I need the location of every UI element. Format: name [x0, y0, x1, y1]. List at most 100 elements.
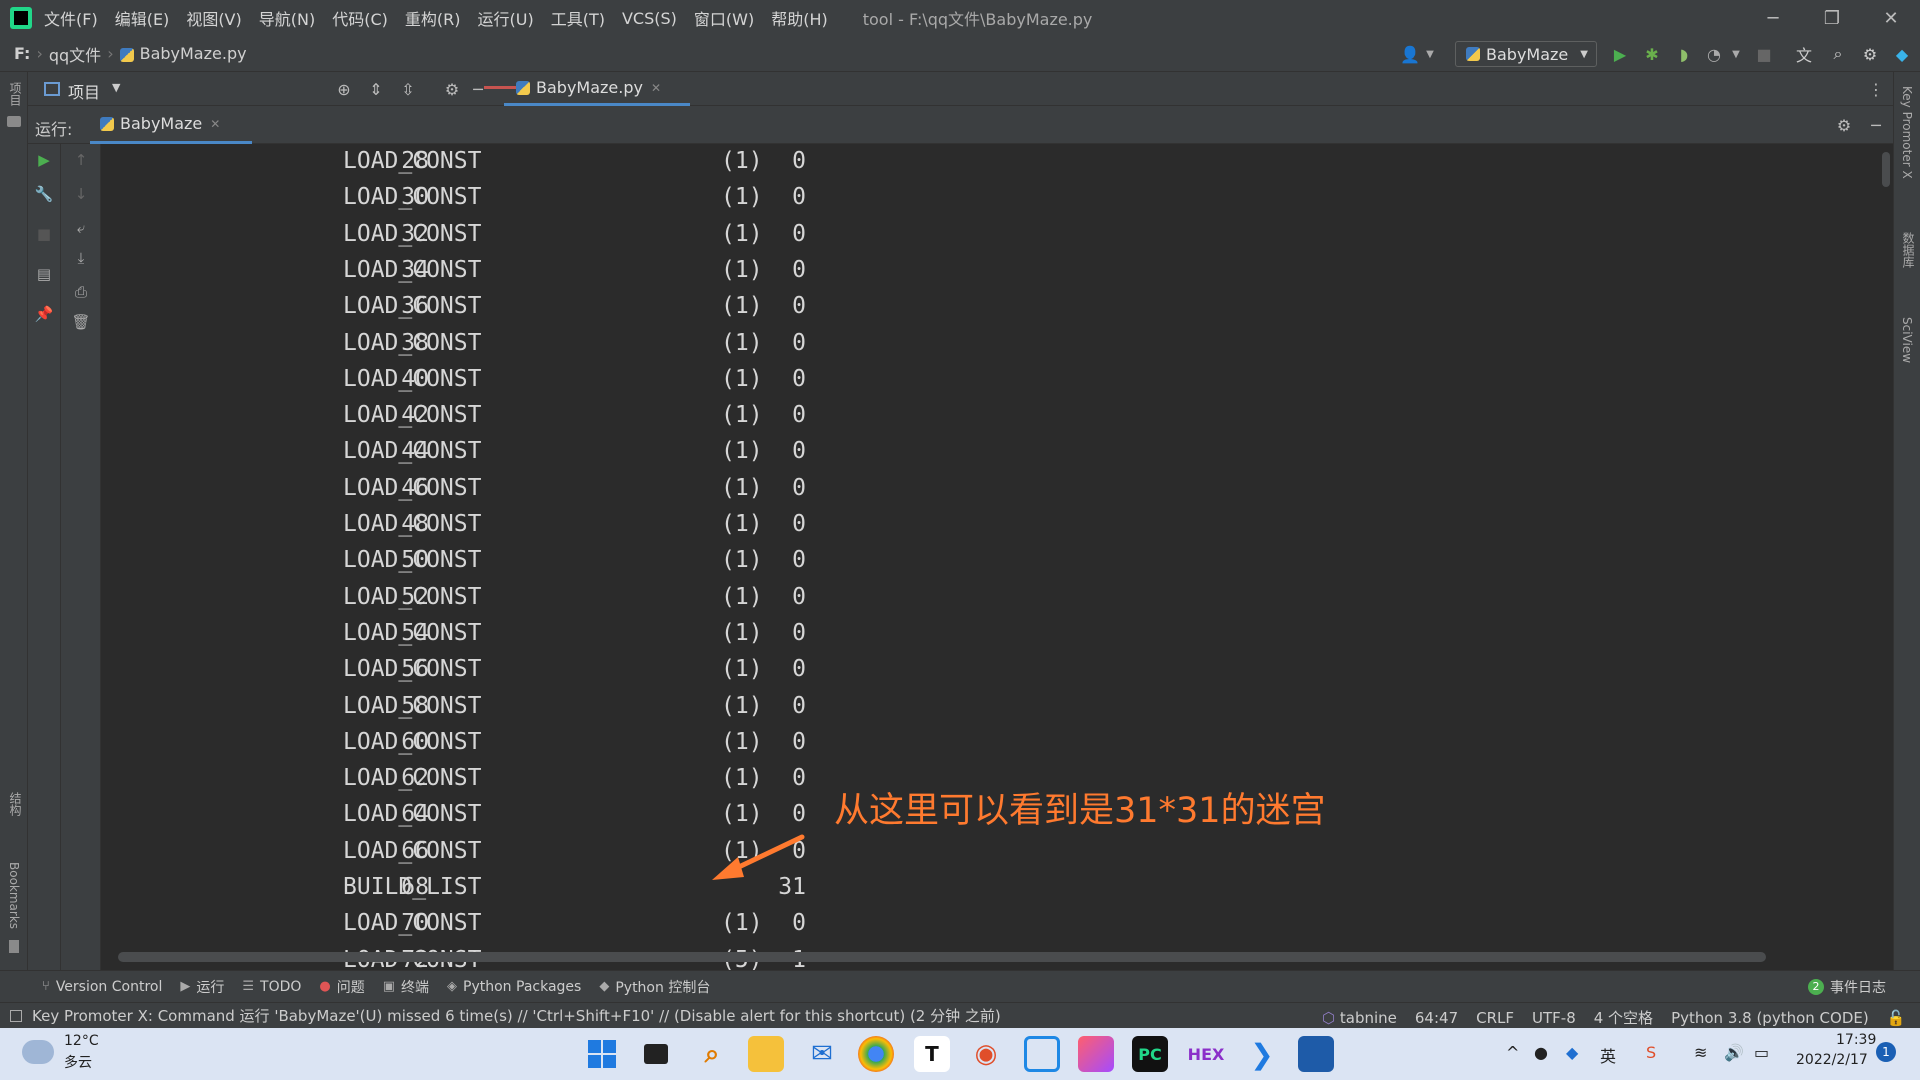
stop-run-icon[interactable]: ■	[34, 224, 54, 244]
hex-editor-icon[interactable]: HEX	[1188, 1036, 1225, 1072]
menu-help[interactable]: 帮助(H)	[771, 6, 828, 30]
menu-vcs[interactable]: VCS(S)	[622, 9, 677, 28]
task-view-icon[interactable]	[638, 1036, 674, 1072]
snail-app-icon[interactable]: ◉	[968, 1036, 1004, 1072]
bottom-tab-branch[interactable]: ⑂ Version Control	[42, 979, 162, 995]
print-icon[interactable]: ⎙	[71, 282, 91, 302]
indent-setting[interactable]: 4 个空格	[1594, 1007, 1653, 1028]
tabnine-status[interactable]: ⬡ tabnine	[1322, 1009, 1397, 1027]
debug-icon[interactable]: ✱	[1642, 44, 1662, 64]
menu-view[interactable]: 视图(V)	[186, 6, 241, 30]
weather-cloud-icon[interactable]	[22, 1040, 54, 1064]
rerun-icon[interactable]: ▶	[34, 150, 54, 170]
console-output[interactable]: 28 LOAD_CONST 0 (1) 30 LOAD_CONST 0 (1) 32 LOAD_C…	[101, 144, 1881, 970]
close-run-tab-icon[interactable]: ✕	[210, 117, 220, 131]
close-tab-icon[interactable]: ✕	[651, 81, 661, 95]
bottom-tab-play[interactable]: ▶ 运行	[180, 977, 224, 997]
menu-code[interactable]: 代码(C)	[332, 6, 388, 30]
menu-refactor[interactable]: 重构(R)	[405, 6, 461, 30]
breadcrumb-drive[interactable]: F:	[14, 44, 30, 63]
locate-file-icon[interactable]: ⊕	[334, 79, 354, 99]
clock-date[interactable]: 2022/2/17	[1796, 1052, 1868, 1068]
status-message[interactable]: Key Promoter X: Command 运行 'BabyMaze'(U)…	[32, 1005, 1001, 1026]
tray-overflow-chevron-icon[interactable]: ^	[1506, 1043, 1519, 1062]
settings-gear-icon[interactable]: ⚙	[1860, 44, 1880, 64]
user-dropdown-chevron-icon[interactable]: ▼	[1420, 44, 1440, 64]
remote-desktop-icon[interactable]	[1024, 1036, 1060, 1072]
more-run-options-icon[interactable]: ▼	[1726, 44, 1746, 64]
notification-badge[interactable]: 1	[1876, 1042, 1896, 1062]
close-button[interactable]: ✕	[1862, 0, 1920, 36]
mail-icon[interactable]: ✉	[804, 1036, 840, 1072]
input-method-indicator[interactable]: 英	[1600, 1043, 1616, 1067]
scroll-up-arrow-icon[interactable]: ↑	[71, 150, 91, 170]
bottom-tab-terminal[interactable]: ▣ 终端	[383, 977, 429, 997]
breadcrumb-folder[interactable]: qq文件	[49, 42, 101, 66]
console-horizontal-scrollbar[interactable]	[118, 952, 1766, 962]
menu-tools[interactable]: 工具(T)	[551, 6, 605, 30]
photos-icon[interactable]	[1298, 1036, 1334, 1072]
toggle-tool-windows-icon[interactable]	[10, 1009, 22, 1022]
menu-window[interactable]: 窗口(W)	[694, 6, 754, 30]
breadcrumb-file[interactable]: BabyMaze.py	[119, 44, 247, 63]
project-panel-title[interactable]: 项目	[68, 79, 100, 103]
editor-tab-babymaze[interactable]: BabyMaze.py ✕	[504, 72, 690, 106]
menu-run[interactable]: 运行(U)	[478, 6, 534, 30]
chrome-icon[interactable]	[858, 1036, 894, 1072]
structure-tool-button[interactable]: 结构	[7, 792, 24, 816]
run-configuration-select[interactable]: BabyMaze ▼	[1455, 41, 1597, 67]
scroll-down-arrow-icon[interactable]: ↓	[71, 184, 91, 204]
event-log-button[interactable]: 2 事件日志	[1808, 977, 1886, 997]
file-encoding[interactable]: UTF-8	[1532, 1009, 1576, 1027]
bottom-tab-python[interactable]: ◆ Python 控制台	[599, 977, 710, 997]
menu-edit[interactable]: 编辑(E)	[115, 6, 170, 30]
soft-wrap-icon[interactable]: ⤶	[71, 218, 91, 238]
project-view-dropdown-icon[interactable]: ▼	[112, 81, 120, 94]
run-settings-gear-icon[interactable]: ⚙	[1834, 115, 1854, 135]
search-app-icon[interactable]: ⌕	[694, 1036, 730, 1072]
weather-temperature[interactable]: 12°C	[64, 1033, 99, 1049]
translate-icon[interactable]: 文	[1794, 44, 1814, 65]
sogou-ime-icon[interactable]: S	[1646, 1043, 1656, 1062]
weather-condition[interactable]: 多云	[64, 1052, 92, 1072]
hide-panel-icon[interactable]: ─	[468, 79, 488, 99]
vscode-icon[interactable]: ❯	[1244, 1036, 1280, 1072]
battery-icon[interactable]: ▭	[1754, 1043, 1769, 1062]
clock-time[interactable]: 17:39	[1836, 1032, 1876, 1048]
database-tool-button[interactable]: 数据库	[1900, 232, 1917, 268]
lock-icon[interactable]: 🔓	[1887, 1009, 1906, 1027]
hide-run-panel-icon[interactable]: ─	[1866, 115, 1886, 135]
windows-start-icon[interactable]	[584, 1036, 620, 1072]
volume-icon[interactable]: 🔊	[1724, 1043, 1744, 1062]
key-promoter-tool-button[interactable]: Key Promoter X	[1900, 86, 1914, 179]
run-icon[interactable]: ▶	[1610, 44, 1630, 64]
python-interpreter[interactable]: Python 3.8 (python CODE)	[1671, 1009, 1869, 1027]
expand-all-icon[interactable]: ⇕	[366, 79, 386, 99]
console-vertical-scrollbar[interactable]	[1882, 152, 1890, 187]
creative-app-icon[interactable]	[1078, 1036, 1114, 1072]
pin-tab-icon[interactable]: 📌	[34, 304, 54, 324]
typora-icon[interactable]: T	[914, 1036, 950, 1072]
layout-icon[interactable]: ▤	[34, 264, 54, 284]
sciview-tool-button[interactable]: SciView	[1900, 317, 1914, 363]
coverage-icon[interactable]: ◗	[1674, 44, 1694, 64]
profile-icon[interactable]: ◔	[1704, 44, 1724, 64]
panel-settings-gear-icon[interactable]: ⚙	[442, 79, 462, 99]
collapse-all-icon[interactable]: ⇳	[398, 79, 418, 99]
line-separator[interactable]: CRLF	[1476, 1009, 1514, 1027]
project-tool-button[interactable]: 项目	[7, 82, 24, 106]
user-icon[interactable]: 👤	[1400, 44, 1420, 64]
bottom-tab-error[interactable]: ● 问题	[319, 977, 364, 997]
run-tab-babymaze[interactable]: BabyMaze ✕	[90, 106, 252, 144]
clear-all-trash-icon[interactable]: 🗑	[71, 312, 91, 332]
minimize-button[interactable]: ─	[1744, 0, 1802, 36]
edit-configuration-wrench-icon[interactable]: 🔧	[34, 184, 54, 204]
tray-app-icon[interactable]: ◆	[1566, 1043, 1578, 1062]
qq-tray-icon[interactable]: ●	[1534, 1043, 1548, 1062]
bottom-tab-packages[interactable]: ◈ Python Packages	[447, 979, 581, 995]
search-icon[interactable]: ⌕	[1828, 44, 1848, 64]
pycharm-taskbar-icon[interactable]: PC	[1132, 1036, 1168, 1072]
wifi-icon[interactable]: ≋	[1694, 1043, 1707, 1062]
more-options-icon[interactable]: ⋮	[1866, 79, 1886, 99]
caret-position[interactable]: 64:47	[1415, 1009, 1458, 1027]
